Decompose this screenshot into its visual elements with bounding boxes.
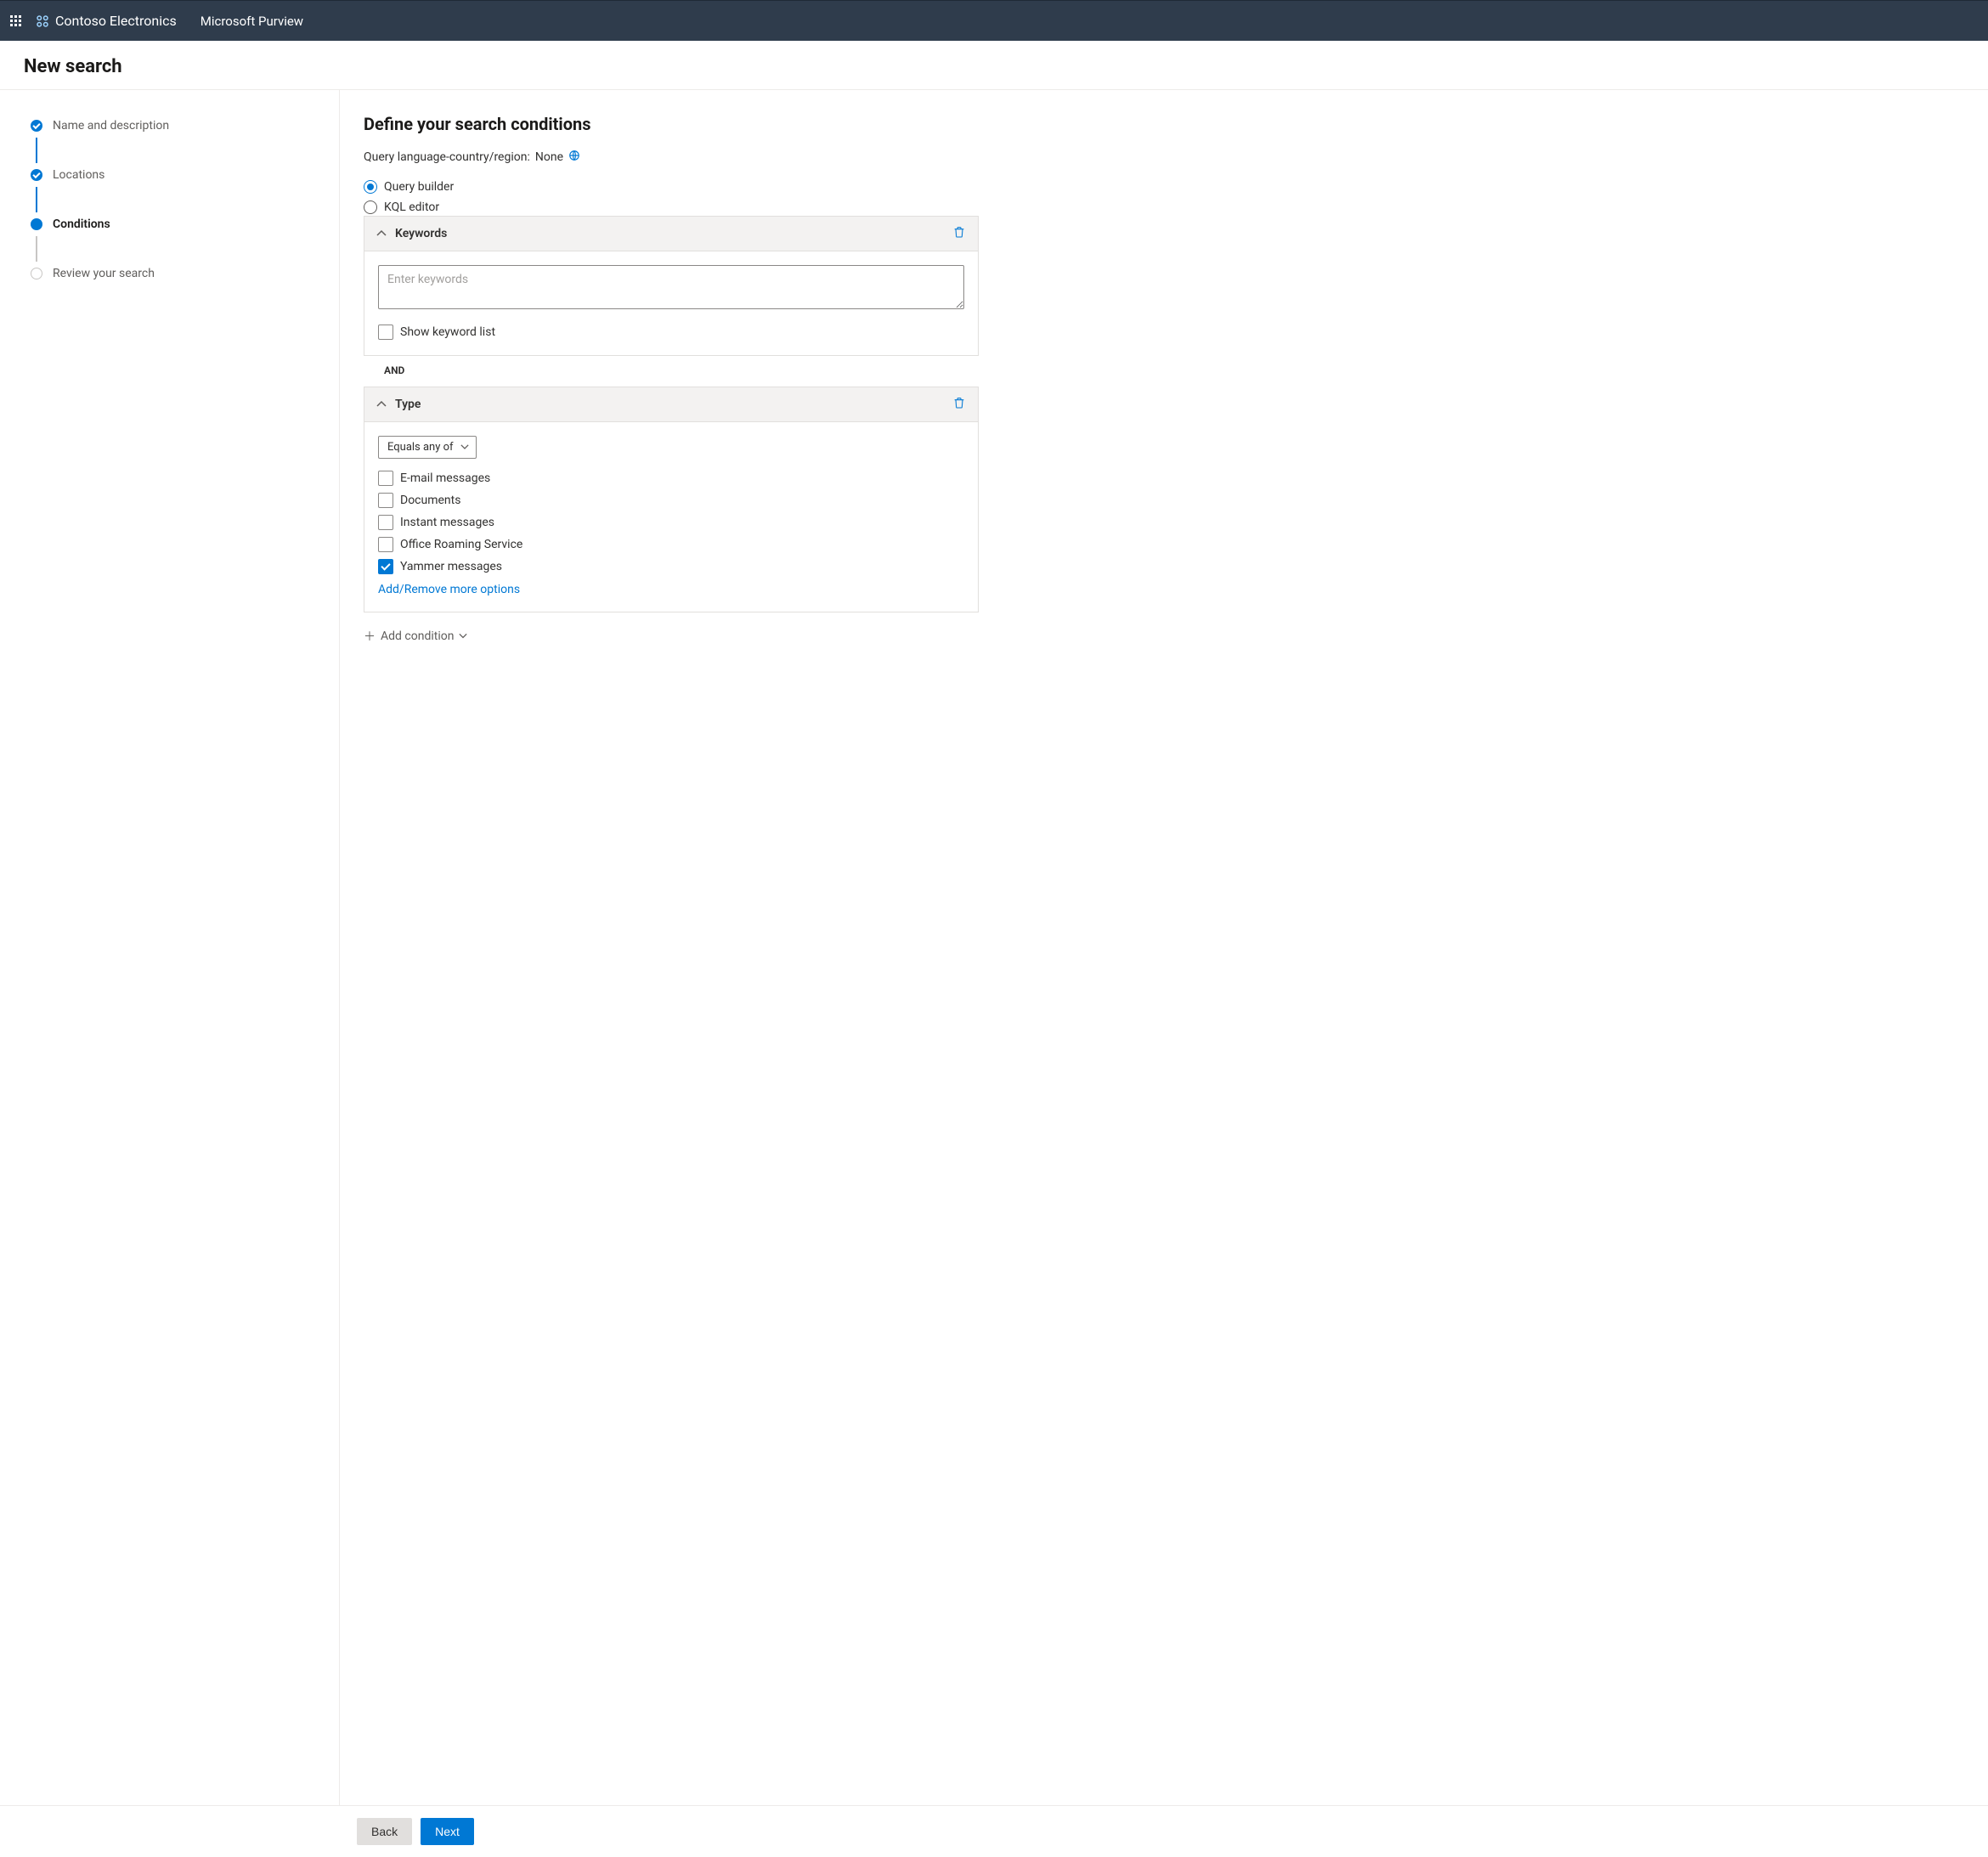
wizard-step[interactable]: Locations — [31, 163, 319, 187]
type-option-row: Office Roaming Service — [378, 537, 964, 552]
keywords-input[interactable] — [378, 265, 964, 309]
chevron-down-icon — [459, 629, 467, 643]
page-header: New search — [0, 41, 1988, 90]
content-heading: Define your search conditions — [364, 114, 979, 134]
type-option-label: Yammer messages — [400, 560, 502, 573]
wizard-step-label: Name and description — [53, 119, 169, 133]
type-option-checkbox[interactable] — [378, 559, 393, 574]
chevron-up-icon[interactable] — [376, 229, 387, 239]
radio-query-builder-label: Query builder — [384, 180, 454, 194]
type-option-label: Office Roaming Service — [400, 538, 522, 551]
type-option-label: E-mail messages — [400, 471, 490, 485]
wizard-step[interactable]: Name and description — [31, 114, 319, 138]
type-card-title: Type — [395, 398, 421, 411]
type-option-checkbox[interactable] — [378, 537, 393, 552]
radio-kql-editor-label: KQL editor — [384, 200, 439, 214]
type-operator-select[interactable]: Equals any of — [378, 436, 477, 459]
step-indicator-icon — [31, 218, 42, 230]
add-remove-options-link[interactable]: Add/Remove more options — [378, 583, 520, 596]
next-button[interactable]: Next — [421, 1818, 474, 1845]
type-option-checkbox[interactable] — [378, 493, 393, 508]
org-brand[interactable]: Contoso Electronics — [35, 13, 177, 29]
type-operator-value: Equals any of — [387, 441, 454, 454]
delete-keywords-icon[interactable] — [952, 225, 966, 242]
type-option-label: Instant messages — [400, 516, 494, 529]
org-name: Contoso Electronics — [55, 13, 177, 29]
top-bar: Contoso Electronics Microsoft Purview — [0, 0, 1988, 41]
org-logo-icon — [35, 14, 50, 29]
add-condition-button[interactable]: ＋ Add condition — [364, 628, 467, 645]
show-keyword-list-checkbox[interactable] — [378, 325, 393, 340]
wizard-step-label: Conditions — [53, 217, 110, 231]
type-card: Type Equals any of E-mail messages Docume… — [364, 387, 979, 612]
delete-type-icon[interactable] — [952, 396, 966, 413]
radio-kql-editor[interactable] — [364, 200, 377, 214]
type-option-row: Documents — [378, 493, 964, 508]
type-option-row: Yammer messages — [378, 559, 964, 574]
type-option-row: E-mail messages — [378, 471, 964, 486]
chevron-down-icon — [460, 441, 469, 454]
show-keyword-list-label: Show keyword list — [400, 325, 495, 339]
back-button[interactable]: Back — [357, 1818, 412, 1845]
query-locale-label: Query language-country/region: — [364, 150, 530, 164]
step-indicator-icon — [31, 268, 42, 279]
keywords-card: Keywords Show keyword list — [364, 216, 979, 356]
radio-query-builder[interactable] — [364, 180, 377, 194]
product-name: Microsoft Purview — [200, 14, 303, 29]
condition-operator: AND — [364, 356, 979, 385]
wizard-steps: Name and description Locations Conditions R… — [0, 90, 340, 1805]
page-title: New search — [24, 56, 1964, 77]
plus-icon: ＋ — [364, 628, 376, 645]
query-locale-row: Query language-country/region: None — [364, 150, 979, 165]
locale-edit-icon[interactable] — [568, 150, 580, 165]
wizard-step-label: Review your search — [53, 267, 155, 280]
step-indicator-icon — [31, 120, 42, 132]
type-option-label: Documents — [400, 494, 460, 507]
wizard-footer: Back Next — [0, 1805, 1988, 1857]
chevron-up-icon[interactable] — [376, 399, 387, 409]
app-launcher-icon[interactable] — [10, 15, 21, 26]
query-locale-value: None — [535, 150, 563, 164]
add-condition-label: Add condition — [381, 629, 454, 643]
type-option-checkbox[interactable] — [378, 515, 393, 530]
type-option-checkbox[interactable] — [378, 471, 393, 486]
wizard-step[interactable]: Conditions — [31, 212, 319, 236]
content-area: Define your search conditions Query lang… — [340, 90, 1002, 1805]
step-indicator-icon — [31, 169, 42, 181]
wizard-step: Review your search — [31, 262, 319, 285]
wizard-step-label: Locations — [53, 168, 104, 182]
type-option-row: Instant messages — [378, 515, 964, 530]
keywords-card-title: Keywords — [395, 227, 447, 240]
query-mode-group: Query builder KQL editor — [364, 180, 979, 214]
